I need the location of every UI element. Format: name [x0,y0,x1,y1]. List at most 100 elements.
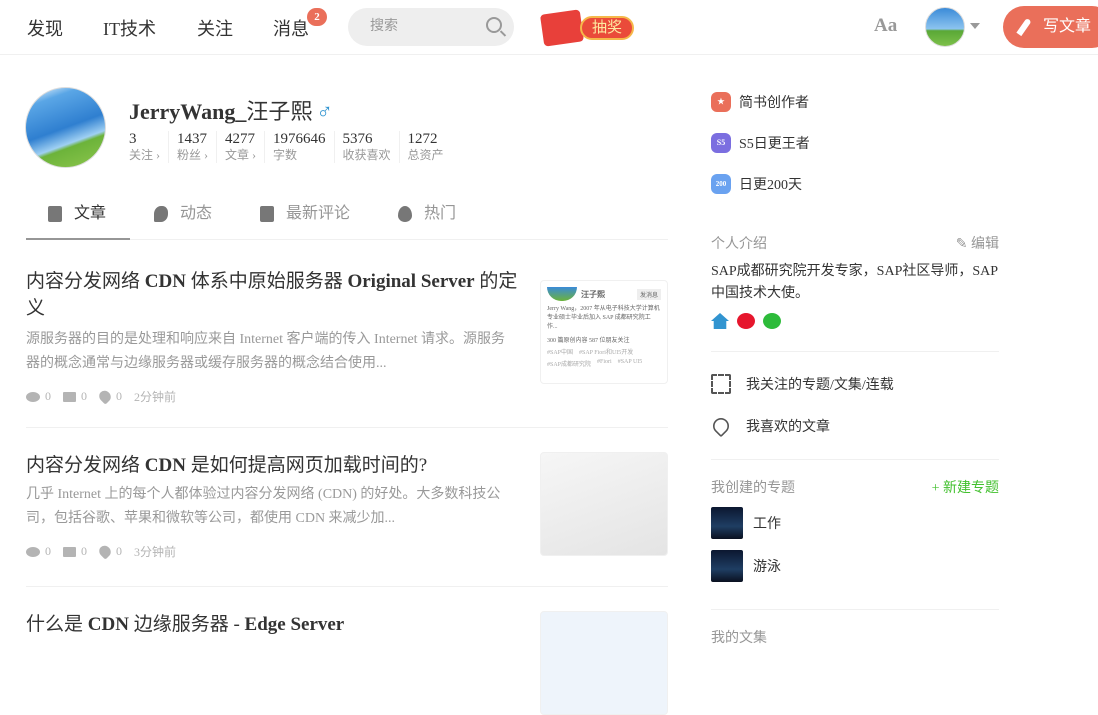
home-icon[interactable] [711,313,729,329]
honor-item[interactable]: S5 S5日更王者 [711,133,810,153]
collection-name: 工作 [753,517,781,532]
profile-avatar[interactable] [25,87,106,168]
user-avatar-menu[interactable] [925,7,965,47]
thumb-button: 发消息 [636,288,661,300]
comments-count: 0 [81,544,87,558]
t: 体系中原始服务器 [185,271,348,292]
new-collection-button[interactable]: + 新建专题 [932,477,999,497]
honor-item[interactable]: 200 日更200天 [711,174,802,194]
stat-value: 4277 [225,131,255,147]
stat-words: 1976646 字数 [264,131,334,163]
search-icon[interactable] [486,17,502,33]
views-count: 0 [45,389,51,403]
search-placeholder: 搜索 [370,19,398,34]
heart-icon [96,543,114,560]
t: Original Server [347,271,475,292]
collection-item[interactable]: 游泳 [711,550,781,582]
comment-icon [63,391,76,402]
tab-hot[interactable]: 热门 [374,192,480,240]
publish-time: 3分钟前 [134,545,177,559]
thumb-tag: #SAP Fiori和UI5开发 [579,350,634,356]
grid-icon [711,374,731,394]
message-badge: 2 [307,8,327,26]
stat-articles[interactable]: 4277 文章 › [216,131,264,163]
tab-latest-comments[interactable]: 最新评论 [236,192,374,240]
honor-item[interactable]: ★ 简书创作者 [711,92,809,112]
article-title[interactable]: 内容分发网络 CDN 体系中原始服务器 Original Server 的定义 [26,268,526,322]
article-thumbnail[interactable]: 汪子熙 发消息 Jerry Wang，2007 年从电子科技大学计算机专业硕士毕业… [540,280,668,384]
pen-icon [1016,17,1032,37]
collection-item[interactable]: 工作 [711,507,781,539]
likes: 0 [96,543,122,560]
comments-icon [260,206,275,222]
write-article-button[interactable]: 写文章 [1003,6,1098,48]
comments[interactable]: 0 [63,544,87,559]
collection-cover [711,507,743,539]
thumb-tag: #SAP中国 [547,350,574,356]
likes: 0 [96,388,122,405]
comment-icon [63,546,76,557]
tab-activity[interactable]: 动态 [130,192,236,240]
profile-name[interactable]: JerryWang_汪子熙 ♂ [129,94,333,126]
tab-articles[interactable]: 文章 [26,192,131,240]
weibo-icon[interactable] [737,313,755,329]
nav-discover[interactable]: 发现 [27,15,63,41]
t: 边缘服务器 - [128,614,245,635]
t: CDN [144,455,186,476]
article-item: 什么是 CDN 边缘服务器 - Edge Server [26,611,668,715]
search-input[interactable]: 搜索 [348,8,514,46]
thumb-tag: #SAP成都研究院 [547,362,592,368]
tab-label: 最新评论 [286,205,351,222]
stat-followers[interactable]: 1437 粉丝 › [168,131,216,163]
lottery-button[interactable]: 抽奖 [539,9,634,47]
creator-badge-icon: ★ [711,92,731,112]
article-item: 内容分发网络 CDN 体系中原始服务器 Original Server 的定义 … [26,268,668,428]
followed-collections-link[interactable]: 我关注的专题/文集/连载 [711,374,894,394]
edit-intro-button[interactable]: ✎ 编辑 [956,233,999,253]
profile-stats: 3 关注 › 1437 粉丝 › 4277 文章 › 1976646 字数 5376 收获… [129,131,452,163]
t: Edge Server [244,614,345,635]
honor-label: 简书创作者 [739,96,809,111]
stat-following[interactable]: 3 关注 › [129,131,168,163]
article-title[interactable]: 内容分发网络 CDN 是如何提高网页加载时间的? [26,452,526,479]
intro-section: 个人介绍 ✎ 编辑 SAP成都研究院开发专家，SAP社区导师，SAP中国技术大使… [711,233,999,329]
stat-label: 文章 › [225,148,256,162]
name-cn: 汪子熙 [246,99,313,124]
top-nav: 发现 IT技术 关注 消息 2 搜索 抽奖 Aa 写文章 [0,0,1098,55]
article-title[interactable]: 什么是 CDN 边缘服务器 - Edge Server [26,611,526,638]
stat-value: 1976646 [273,131,326,147]
thumb-counts: 300 篇原创内容 587 位朋友关注 [547,338,630,344]
article-thumbnail[interactable] [540,611,668,715]
t: 内容分发网络 [26,271,145,292]
font-toggle-button[interactable]: Aa [874,15,897,37]
article-thumbnail[interactable] [540,452,668,556]
edit-label: 编辑 [971,237,999,252]
views-count: 0 [45,544,51,558]
article-abstract: 源服务器的目的是处理和响应来自 Internet 客户端的传入 Internet… [26,332,506,371]
chevron-down-icon[interactable] [970,23,980,29]
lottery-label: 抽奖 [580,16,634,40]
200-days-badge-icon: 200 [711,174,731,194]
tab-label: 热门 [424,205,457,222]
collections-header: 我创建的专题 + 新建专题 [711,477,999,497]
social-links [711,313,999,329]
wechat-icon[interactable] [763,313,781,329]
eye-icon [26,391,40,402]
stat-value: 1272 [407,131,438,147]
heart-icon [709,414,733,438]
link-label: 我关注的专题/文集/连载 [746,378,894,393]
notebooks-title: 我的文集 [711,631,767,646]
stat-likes: 5376 收获喜欢 [333,131,399,163]
heart-icon [96,388,114,405]
comments-count: 0 [81,389,87,403]
liked-articles-link[interactable]: 我喜欢的文章 [709,414,830,438]
nav-it-tech[interactable]: IT技术 [103,15,156,41]
nav-messages[interactable]: 消息 [273,15,309,41]
t: 内容分发网络 [26,455,145,476]
article-meta: 0 0 0 2分钟前 [26,388,668,405]
collection-cover [711,550,743,582]
likes-count: 0 [116,544,122,558]
stat-value: 1437 [177,131,207,147]
nav-follow[interactable]: 关注 [197,15,233,41]
comments[interactable]: 0 [63,389,87,404]
